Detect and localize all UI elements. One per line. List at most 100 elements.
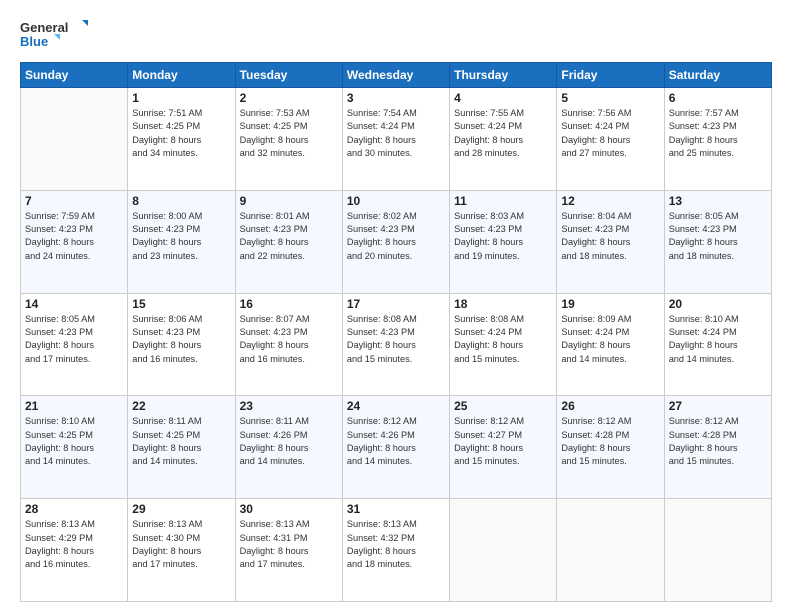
- day-number: 12: [561, 194, 659, 208]
- weekday-header-sunday: Sunday: [21, 63, 128, 88]
- day-info: Sunrise: 8:10 AM Sunset: 4:24 PM Dayligh…: [669, 313, 767, 366]
- calendar-cell: 5Sunrise: 7:56 AM Sunset: 4:24 PM Daylig…: [557, 88, 664, 191]
- calendar-week-5: 28 Sunrise: 8:13 AM Sunset: 4:29 PM Dayli…: [21, 499, 772, 602]
- logo-svg: General Blue: [20, 18, 90, 54]
- header: General Blue: [20, 18, 772, 54]
- calendar-cell: [21, 88, 128, 191]
- day-info: Sunrise: 7:54 AM Sunset: 4:24 PM Dayligh…: [347, 107, 445, 160]
- calendar-cell: 13 Sunrise: 8:05 AM Sunset: 4:23 PM Dayli…: [664, 190, 771, 293]
- weekday-header-monday: Monday: [128, 63, 235, 88]
- day-info: Sunrise: 8:01 AM Sunset: 4:23 PM Dayligh…: [240, 210, 338, 263]
- day-number: 9: [240, 194, 338, 208]
- calendar-cell: [664, 499, 771, 602]
- day-number: 30: [240, 502, 338, 516]
- calendar-cell: 14 Sunrise: 8:05 AM Sunset: 4:23 PM Dayli…: [21, 293, 128, 396]
- calendar-cell: [557, 499, 664, 602]
- calendar-cell: 1Sunrise: 7:51 AM Sunset: 4:25 PM Daylig…: [128, 88, 235, 191]
- calendar-cell: 24 Sunrise: 8:12 AM Sunset: 4:26 PM Dayli…: [342, 396, 449, 499]
- day-info: Sunrise: 8:11 AM Sunset: 4:25 PM Dayligh…: [132, 415, 230, 468]
- day-number: 26: [561, 399, 659, 413]
- calendar-week-2: 7Sunrise: 7:59 AM Sunset: 4:23 PM Daylig…: [21, 190, 772, 293]
- day-number: 8: [132, 194, 230, 208]
- day-number: 18: [454, 297, 552, 311]
- day-info: Sunrise: 8:05 AM Sunset: 4:23 PM Dayligh…: [25, 313, 123, 366]
- calendar-cell: 3Sunrise: 7:54 AM Sunset: 4:24 PM Daylig…: [342, 88, 449, 191]
- day-number: 29: [132, 502, 230, 516]
- day-info: Sunrise: 8:12 AM Sunset: 4:28 PM Dayligh…: [561, 415, 659, 468]
- calendar-cell: 12 Sunrise: 8:04 AM Sunset: 4:23 PM Dayli…: [557, 190, 664, 293]
- calendar-cell: [450, 499, 557, 602]
- day-number: 20: [669, 297, 767, 311]
- day-info: Sunrise: 7:57 AM Sunset: 4:23 PM Dayligh…: [669, 107, 767, 160]
- calendar-week-1: 1Sunrise: 7:51 AM Sunset: 4:25 PM Daylig…: [21, 88, 772, 191]
- day-number: 25: [454, 399, 552, 413]
- calendar-cell: 19 Sunrise: 8:09 AM Sunset: 4:24 PM Dayli…: [557, 293, 664, 396]
- calendar-table: SundayMondayTuesdayWednesdayThursdayFrid…: [20, 62, 772, 602]
- calendar-cell: 4 Sunrise: 7:55 AM Sunset: 4:24 PM Daylig…: [450, 88, 557, 191]
- calendar-cell: 22 Sunrise: 8:11 AM Sunset: 4:25 PM Dayli…: [128, 396, 235, 499]
- day-number: 13: [669, 194, 767, 208]
- day-info: Sunrise: 8:03 AM Sunset: 4:23 PM Dayligh…: [454, 210, 552, 263]
- day-number: 23: [240, 399, 338, 413]
- day-number: 4: [454, 91, 552, 105]
- weekday-header-tuesday: Tuesday: [235, 63, 342, 88]
- day-number: 28: [25, 502, 123, 516]
- day-number: 11: [454, 194, 552, 208]
- day-number: 22: [132, 399, 230, 413]
- day-info: Sunrise: 8:13 AM Sunset: 4:29 PM Dayligh…: [25, 518, 123, 571]
- svg-text:General: General: [20, 20, 68, 35]
- calendar-cell: 2 Sunrise: 7:53 AM Sunset: 4:25 PM Daylig…: [235, 88, 342, 191]
- calendar-cell: 27Sunrise: 8:12 AM Sunset: 4:28 PM Dayli…: [664, 396, 771, 499]
- day-info: Sunrise: 7:55 AM Sunset: 4:24 PM Dayligh…: [454, 107, 552, 160]
- day-number: 14: [25, 297, 123, 311]
- calendar-cell: 30 Sunrise: 8:13 AM Sunset: 4:31 PM Dayli…: [235, 499, 342, 602]
- day-info: Sunrise: 8:10 AM Sunset: 4:25 PM Dayligh…: [25, 415, 123, 468]
- calendar-cell: 25 Sunrise: 8:12 AM Sunset: 4:27 PM Dayli…: [450, 396, 557, 499]
- calendar-week-4: 21 Sunrise: 8:10 AM Sunset: 4:25 PM Dayli…: [21, 396, 772, 499]
- calendar-cell: 20 Sunrise: 8:10 AM Sunset: 4:24 PM Dayli…: [664, 293, 771, 396]
- day-number: 1: [132, 91, 230, 105]
- day-info: Sunrise: 8:02 AM Sunset: 4:23 PM Dayligh…: [347, 210, 445, 263]
- weekday-header-row: SundayMondayTuesdayWednesdayThursdayFrid…: [21, 63, 772, 88]
- calendar-cell: 18 Sunrise: 8:08 AM Sunset: 4:24 PM Dayli…: [450, 293, 557, 396]
- day-info: Sunrise: 8:13 AM Sunset: 4:32 PM Dayligh…: [347, 518, 445, 571]
- day-info: Sunrise: 8:13 AM Sunset: 4:31 PM Dayligh…: [240, 518, 338, 571]
- day-info: Sunrise: 8:04 AM Sunset: 4:23 PM Dayligh…: [561, 210, 659, 263]
- calendar-cell: 28 Sunrise: 8:13 AM Sunset: 4:29 PM Dayli…: [21, 499, 128, 602]
- page: General Blue SundayMondayTuesdayWednesda…: [0, 0, 792, 612]
- day-info: Sunrise: 8:12 AM Sunset: 4:27 PM Dayligh…: [454, 415, 552, 468]
- day-info: Sunrise: 8:11 AM Sunset: 4:26 PM Dayligh…: [240, 415, 338, 468]
- day-info: Sunrise: 8:06 AM Sunset: 4:23 PM Dayligh…: [132, 313, 230, 366]
- day-number: 19: [561, 297, 659, 311]
- day-info: Sunrise: 8:13 AM Sunset: 4:30 PM Dayligh…: [132, 518, 230, 571]
- weekday-header-saturday: Saturday: [664, 63, 771, 88]
- day-number: 2: [240, 91, 338, 105]
- logo: General Blue: [20, 18, 90, 54]
- calendar-cell: 11 Sunrise: 8:03 AM Sunset: 4:23 PM Dayli…: [450, 190, 557, 293]
- calendar-cell: 9 Sunrise: 8:01 AM Sunset: 4:23 PM Daylig…: [235, 190, 342, 293]
- calendar-cell: 17Sunrise: 8:08 AM Sunset: 4:23 PM Dayli…: [342, 293, 449, 396]
- weekday-header-wednesday: Wednesday: [342, 63, 449, 88]
- calendar-cell: 21 Sunrise: 8:10 AM Sunset: 4:25 PM Dayli…: [21, 396, 128, 499]
- calendar-cell: 6 Sunrise: 7:57 AM Sunset: 4:23 PM Daylig…: [664, 88, 771, 191]
- calendar-cell: 31Sunrise: 8:13 AM Sunset: 4:32 PM Dayli…: [342, 499, 449, 602]
- weekday-header-friday: Friday: [557, 63, 664, 88]
- day-number: 24: [347, 399, 445, 413]
- day-info: Sunrise: 8:08 AM Sunset: 4:24 PM Dayligh…: [454, 313, 552, 366]
- day-info: Sunrise: 8:12 AM Sunset: 4:26 PM Dayligh…: [347, 415, 445, 468]
- calendar-cell: 23 Sunrise: 8:11 AM Sunset: 4:26 PM Dayli…: [235, 396, 342, 499]
- day-number: 16: [240, 297, 338, 311]
- day-info: Sunrise: 8:05 AM Sunset: 4:23 PM Dayligh…: [669, 210, 767, 263]
- calendar-cell: 7Sunrise: 7:59 AM Sunset: 4:23 PM Daylig…: [21, 190, 128, 293]
- day-number: 6: [669, 91, 767, 105]
- day-info: Sunrise: 7:53 AM Sunset: 4:25 PM Dayligh…: [240, 107, 338, 160]
- day-info: Sunrise: 8:09 AM Sunset: 4:24 PM Dayligh…: [561, 313, 659, 366]
- day-info: Sunrise: 8:07 AM Sunset: 4:23 PM Dayligh…: [240, 313, 338, 366]
- calendar-cell: 29 Sunrise: 8:13 AM Sunset: 4:30 PM Dayli…: [128, 499, 235, 602]
- day-info: Sunrise: 8:00 AM Sunset: 4:23 PM Dayligh…: [132, 210, 230, 263]
- day-number: 21: [25, 399, 123, 413]
- svg-text:Blue: Blue: [20, 34, 48, 49]
- day-info: Sunrise: 8:12 AM Sunset: 4:28 PM Dayligh…: [669, 415, 767, 468]
- day-number: 17: [347, 297, 445, 311]
- day-number: 15: [132, 297, 230, 311]
